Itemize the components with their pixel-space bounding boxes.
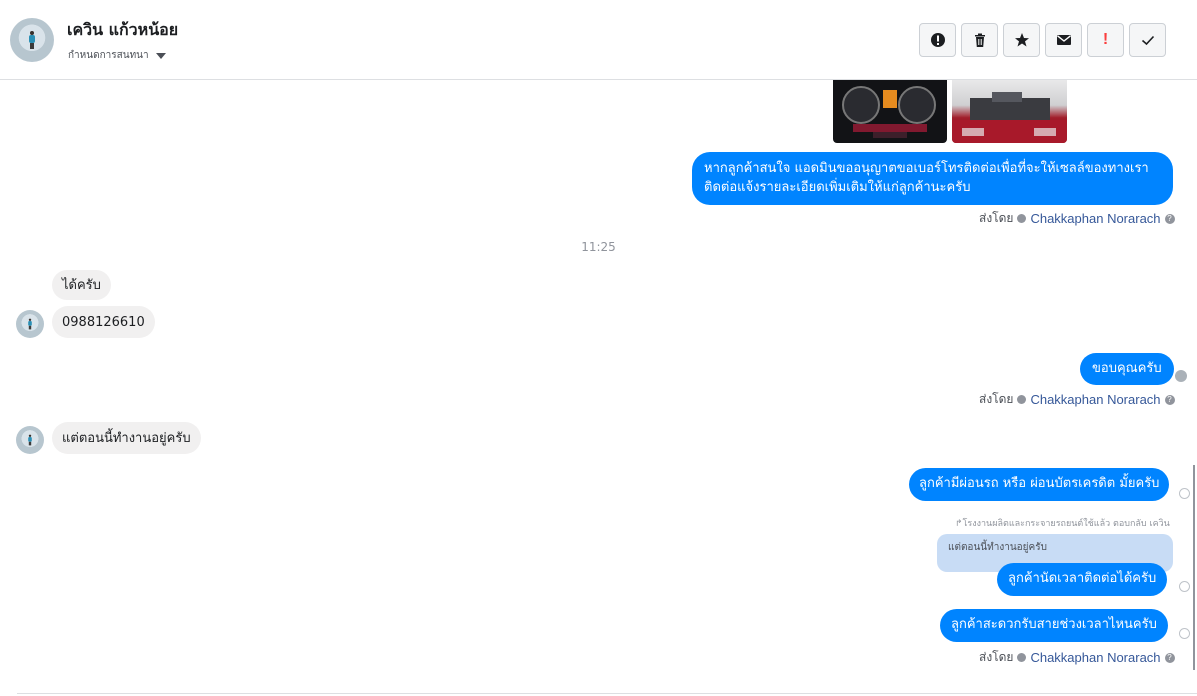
outgoing-message[interactable]: ขอบคุณครับ	[1080, 353, 1174, 385]
conversation-status-dropdown[interactable]: กำหนดการสนทนา	[68, 48, 166, 63]
incoming-message[interactable]: 0988126610	[52, 306, 155, 338]
checkmark-icon	[1141, 35, 1154, 46]
car-engine-photo[interactable]	[952, 80, 1067, 143]
help-icon[interactable]: ?	[1164, 652, 1175, 663]
conversation-header: เควิน แก้วหน้อย กำหนดการสนทนา !	[0, 0, 1197, 80]
timestamp: 11:25	[581, 240, 616, 254]
delivered-check-icon	[1179, 488, 1190, 499]
trash-icon	[974, 33, 985, 47]
mark-unread-button[interactable]	[1045, 23, 1082, 57]
star-icon	[1014, 33, 1029, 47]
outgoing-message[interactable]: ลูกค้านัดเวลาติดต่อได้ครับ	[997, 563, 1168, 596]
sent-by-prefix: ส่งโดย	[979, 650, 1014, 664]
customer-name[interactable]: เควิน แก้วหน้อย	[67, 18, 178, 43]
verified-badge-icon	[1017, 214, 1027, 223]
exclamation-icon: !	[1102, 31, 1109, 48]
report-spam-button[interactable]	[919, 23, 956, 57]
incoming-message[interactable]: ได้ครับ	[52, 270, 111, 300]
help-icon[interactable]: ?	[1164, 394, 1175, 405]
composer-divider	[17, 693, 1197, 694]
sent-by-label: ส่งโดย Chakkaphan Norarach ?	[979, 209, 1175, 228]
verified-badge-icon	[1017, 653, 1027, 662]
sent-by-prefix: ส่งโดย	[979, 211, 1014, 225]
incoming-message[interactable]: แต่ตอนนี้ทำงานอยู่ครับ	[52, 422, 201, 454]
reply-context-note: ↱โรงงานผลิตและกระจายรถยนต์ใช้แล้ว ตอบกลั…	[955, 519, 1170, 529]
sent-by-label: ส่งโดย Chakkaphan Norarach ?	[979, 648, 1175, 667]
outgoing-message[interactable]: ลูกค้ามีผ่อนรถ หรือ ผ่อนบัตรเครดิต มั้ยค…	[909, 468, 1170, 501]
header-actions: !	[919, 23, 1166, 57]
message-text-line: ติดต่อแจ้งรายละเอียดเพิ่มเติมให้แก่ลูกค้…	[704, 180, 971, 195]
car-dashboard-photo[interactable]	[833, 80, 947, 143]
customer-avatar[interactable]	[10, 18, 54, 62]
outgoing-message[interactable]: ลูกค้าสะดวกรับสายช่วงเวลาไหนครับ	[940, 609, 1168, 642]
mark-done-button[interactable]	[1129, 23, 1166, 57]
agent-name-link[interactable]: Chakkaphan Norarach	[1030, 650, 1160, 665]
help-icon[interactable]: ?	[1164, 213, 1175, 224]
agent-name-link[interactable]: Chakkaphan Norarach	[1030, 392, 1160, 407]
agent-name-link[interactable]: Chakkaphan Norarach	[1030, 211, 1160, 226]
seen-avatar-icon	[1175, 370, 1187, 382]
follow-up-button[interactable]: !	[1087, 23, 1124, 57]
star-button[interactable]	[1003, 23, 1040, 57]
sent-by-prefix: ส่งโดย	[979, 392, 1014, 406]
customer-avatar-small	[16, 310, 44, 338]
customer-avatar-small	[16, 426, 44, 454]
envelope-icon	[1056, 35, 1071, 45]
outgoing-message[interactable]: หากลูกค้าสนใจ แอดมินขออนุญาตขอเบอร์โทรติ…	[692, 152, 1173, 205]
alert-circle-icon	[930, 33, 945, 47]
delivered-check-icon	[1179, 628, 1190, 639]
delete-button[interactable]	[961, 23, 998, 57]
scrollbar[interactable]	[1193, 465, 1195, 670]
message-text-line: หากลูกค้าสนใจ แอดมินขออนุญาตขอเบอร์โทรติ…	[704, 161, 1149, 176]
delivered-check-icon	[1179, 581, 1190, 592]
sent-by-label: ส่งโดย Chakkaphan Norarach ?	[979, 390, 1175, 409]
conversation-status-label: กำหนดการสนทนา	[68, 50, 149, 61]
caret-down-icon	[155, 52, 166, 59]
verified-badge-icon	[1017, 395, 1027, 404]
